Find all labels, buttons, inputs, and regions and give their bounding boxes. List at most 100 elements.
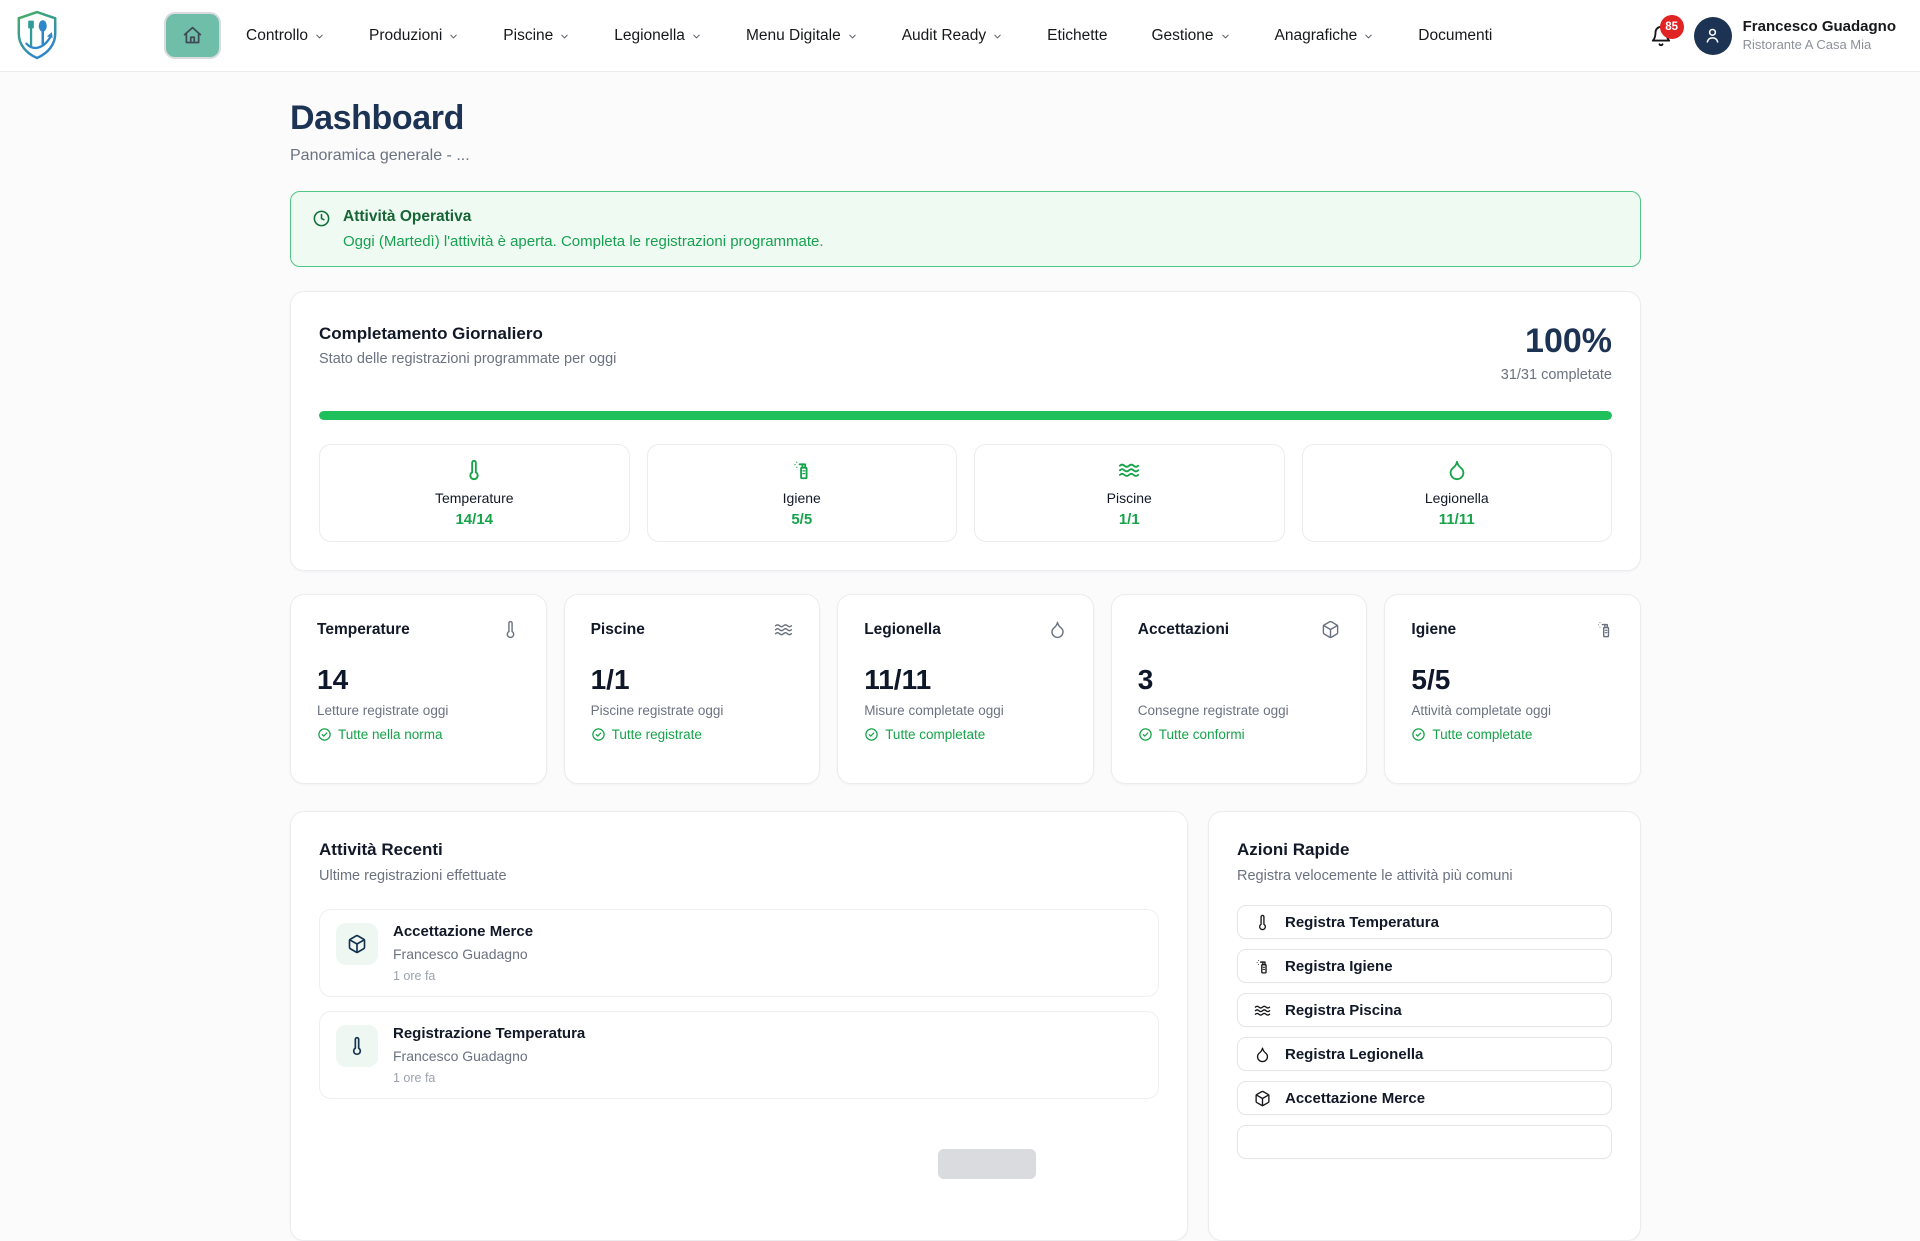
quick-actions-subtitle: Registra velocemente le attività più com… (1237, 868, 1612, 884)
card-status: Tutte completate (1432, 727, 1532, 742)
card-title: Igiene (1411, 621, 1456, 639)
card-title: Temperature (317, 621, 410, 639)
stat-label: Temperature (435, 490, 514, 506)
nav-item-produzioni[interactable]: Produzioni (369, 27, 459, 45)
card-title: Piscine (591, 621, 645, 639)
card-status: Tutte conformi (1159, 727, 1245, 742)
chevron-down-icon (559, 31, 570, 42)
stat-label: Legionella (1425, 490, 1489, 506)
load-more-button-partial[interactable] (938, 1149, 1036, 1179)
nav-item-gestione[interactable]: Gestione (1151, 27, 1230, 45)
spray-icon (1595, 620, 1614, 639)
nav-label: Piscine (503, 27, 553, 45)
quick-action-label: Accettazione Merce (1285, 1090, 1425, 1107)
clock-icon (312, 209, 331, 228)
nav-item-anagrafiche[interactable]: Anagrafiche (1275, 27, 1375, 45)
nav-label: Produzioni (369, 27, 442, 45)
quick-action-label: Registra Igiene (1285, 958, 1393, 975)
nav-item-menu-digitale[interactable]: Menu Digitale (746, 27, 858, 45)
chevron-down-icon (448, 31, 459, 42)
summary-card-accettazioni[interactable]: Accettazioni 3 Consegne registrate oggi … (1111, 594, 1368, 784)
user-info[interactable]: Francesco Guadagno Ristorante A Casa Mia (1743, 17, 1896, 53)
thermometer-icon (347, 1036, 367, 1056)
card-description: Consegne registrate oggi (1138, 703, 1341, 718)
quick-action-registra-legionella[interactable]: Registra Legionella (1237, 1037, 1612, 1071)
nav-item-controllo[interactable]: Controllo (246, 27, 325, 45)
quick-action-registra-temperatura[interactable]: Registra Temperatura (1237, 905, 1612, 939)
quick-action-registra-igiene[interactable]: Registra Igiene (1237, 949, 1612, 983)
main-navigation: Controllo Produzioni Piscine Legionella … (246, 27, 1492, 45)
main-content: Dashboard Panoramica generale - ... Atti… (290, 72, 1641, 1241)
nav-item-piscine[interactable]: Piscine (503, 27, 570, 45)
check-circle-icon (591, 727, 606, 742)
nav-item-documenti[interactable]: Documenti (1418, 27, 1492, 45)
quick-actions-title: Azioni Rapide (1237, 840, 1612, 860)
thermometer-icon (1254, 914, 1271, 931)
nav-item-legionella[interactable]: Legionella (614, 27, 702, 45)
alert-message: Oggi (Martedì) l'attività è aperta. Comp… (343, 233, 824, 250)
card-value: 11/11 (864, 666, 1067, 694)
card-title: Legionella (864, 621, 941, 639)
summary-card-igiene[interactable]: Igiene 5/5 Attività completate oggi Tutt… (1384, 594, 1641, 784)
card-description: Attività completate oggi (1411, 703, 1614, 718)
user-avatar[interactable] (1694, 17, 1732, 55)
quick-action-accettazione-merce[interactable]: Accettazione Merce (1237, 1081, 1612, 1115)
recent-activities-card: Attività Recenti Ultime registrazioni ef… (290, 811, 1188, 1241)
activity-time: 1 ore fa (393, 1071, 585, 1085)
card-value: 3 (1138, 666, 1341, 694)
nav-item-audit-ready[interactable]: Audit Ready (902, 27, 1003, 45)
completion-subtitle: Stato delle registrazioni programmate pe… (319, 351, 616, 367)
check-circle-icon (1138, 727, 1153, 742)
activity-title: Accettazione Merce (393, 923, 533, 940)
user-name: Francesco Guadagno (1743, 17, 1896, 37)
nav-item-etichette[interactable]: Etichette (1047, 27, 1107, 45)
stat-value: 5/5 (791, 511, 812, 528)
activity-time: 1 ore fa (393, 969, 533, 983)
quick-action-partial[interactable] (1237, 1125, 1612, 1159)
recent-activity-row[interactable]: Accettazione Merce Francesco Guadagno 1 … (319, 909, 1159, 997)
stat-value: 14/14 (455, 511, 493, 528)
recent-title: Attività Recenti (319, 840, 1159, 860)
stat-piscine: Piscine 1/1 (974, 444, 1285, 542)
card-description: Letture registrate oggi (317, 703, 520, 718)
top-navigation-bar: Controllo Produzioni Piscine Legionella … (0, 0, 1920, 72)
card-status: Tutte registrate (612, 727, 702, 742)
quick-action-label: Registra Temperatura (1285, 914, 1439, 931)
card-description: Misure completate oggi (864, 703, 1067, 718)
daily-completion-card: Completamento Giornaliero Stato delle re… (290, 291, 1641, 571)
nav-label: Etichette (1047, 27, 1107, 45)
app-shield-logo-icon (14, 8, 60, 64)
activity-user: Francesco Guadagno (393, 1048, 585, 1064)
summary-card-temperature[interactable]: Temperature 14 Letture registrate oggi T… (290, 594, 547, 784)
thermometer-icon (501, 620, 520, 639)
chevron-down-icon (1220, 31, 1231, 42)
completion-count: 31/31 completate (1501, 367, 1612, 383)
chevron-down-icon (691, 31, 702, 42)
completion-percent: 100% (1501, 324, 1612, 358)
summary-card-piscine[interactable]: Piscine 1/1 Piscine registrate oggi Tutt… (564, 594, 821, 784)
recent-activity-row[interactable]: Registrazione Temperatura Francesco Guad… (319, 1011, 1159, 1099)
card-status: Tutte nella norma (338, 727, 443, 742)
progress-bar (319, 411, 1612, 420)
waves-icon (1118, 459, 1140, 481)
droplet-icon (1048, 620, 1067, 639)
summary-card-legionella[interactable]: Legionella 11/11 Misure completate oggi … (837, 594, 1094, 784)
notifications-button[interactable]: 85 (1650, 25, 1672, 47)
quick-actions-card: Azioni Rapide Registra velocemente le at… (1208, 811, 1641, 1241)
nav-label: Anagrafiche (1275, 27, 1358, 45)
nav-label: Audit Ready (902, 27, 986, 45)
completion-stats: Temperature 14/14 Igiene 5/5 Piscine 1/1… (319, 444, 1612, 542)
check-circle-icon (1411, 727, 1426, 742)
chevron-down-icon (847, 31, 858, 42)
completion-title: Completamento Giornaliero (319, 324, 616, 344)
stat-legionella: Legionella 11/11 (1302, 444, 1613, 542)
chevron-down-icon (992, 31, 1003, 42)
stat-igiene: Igiene 5/5 (647, 444, 958, 542)
home-button[interactable] (164, 12, 221, 59)
page-title: Dashboard (290, 99, 1641, 138)
quick-action-registra-piscina[interactable]: Registra Piscina (1237, 993, 1612, 1027)
progress-fill (319, 411, 1612, 420)
activity-user: Francesco Guadagno (393, 946, 533, 962)
stat-temperature: Temperature 14/14 (319, 444, 630, 542)
package-icon (1321, 620, 1340, 639)
